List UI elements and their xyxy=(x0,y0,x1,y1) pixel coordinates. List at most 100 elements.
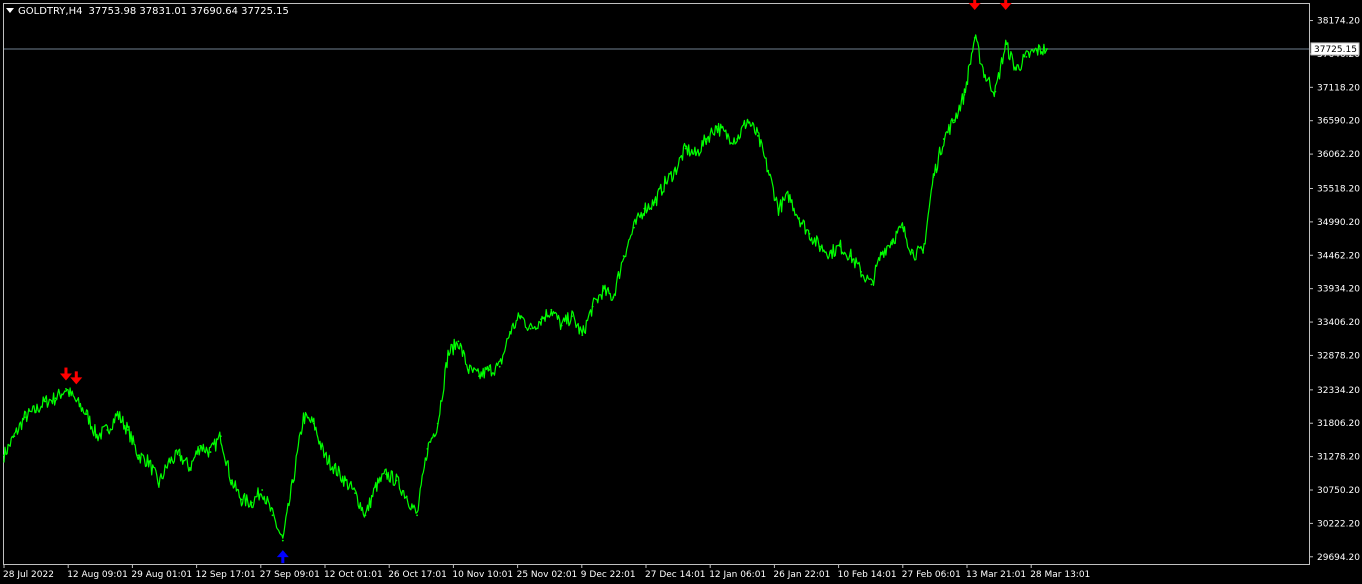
x-tick-label: 12 Sep 17:01 xyxy=(196,570,256,580)
y-tick-label: 31278.20 xyxy=(1317,453,1360,463)
price-point xyxy=(612,296,615,299)
x-tick-label: 25 Nov 02:01 xyxy=(517,570,578,580)
price-point xyxy=(230,479,233,482)
y-tick-label: 29694.20 xyxy=(1317,553,1360,563)
price-point xyxy=(34,410,36,412)
price-point xyxy=(467,368,470,371)
price-point xyxy=(984,74,986,77)
price-point xyxy=(65,387,67,390)
price-point xyxy=(75,400,78,403)
price-point xyxy=(777,207,780,210)
price-point xyxy=(436,422,439,425)
price-point xyxy=(1046,48,1048,50)
price-point xyxy=(488,368,491,371)
price-point xyxy=(250,501,253,504)
price-point xyxy=(178,454,181,457)
price-point xyxy=(560,324,563,327)
price-point xyxy=(953,119,955,121)
price-point xyxy=(395,479,398,482)
x-tick-label: 10 Feb 14:01 xyxy=(838,570,897,580)
price-point xyxy=(746,119,749,121)
price-point xyxy=(818,245,821,248)
price-point xyxy=(240,498,243,501)
price-point xyxy=(188,466,191,469)
y-tick-label: 38174.20 xyxy=(1317,17,1360,27)
price-point xyxy=(622,255,625,257)
price-point xyxy=(416,514,418,517)
ohlc-values: 37753.98 37831.01 37690.64 37725.15 xyxy=(88,6,288,17)
price-point xyxy=(1035,49,1038,52)
price-point xyxy=(911,251,914,254)
price-point xyxy=(963,93,966,96)
price-point xyxy=(343,479,346,482)
price-point xyxy=(860,270,863,273)
price-point xyxy=(509,331,511,333)
price-point xyxy=(312,422,315,425)
y-tick-label: 37118.20 xyxy=(1317,83,1360,93)
price-point xyxy=(13,435,16,438)
price-point xyxy=(323,454,326,457)
price-point xyxy=(684,147,687,150)
price-point xyxy=(674,169,677,172)
price-point xyxy=(96,435,98,438)
price-point xyxy=(756,134,759,137)
current-price-tag: 37725.15 xyxy=(1310,42,1360,56)
price-point xyxy=(147,460,150,463)
price-point xyxy=(281,539,284,542)
y-tick-label: 32334.20 xyxy=(1317,386,1360,396)
price-point xyxy=(633,226,635,229)
y-tick-label: 35518.20 xyxy=(1317,184,1360,194)
x-tick-label: 28 Mar 13:01 xyxy=(1030,570,1090,580)
price-point xyxy=(798,217,801,220)
x-tick-label: 10 Nov 10:01 xyxy=(452,570,513,580)
y-tick-label: 33406.20 xyxy=(1317,318,1360,328)
price-point xyxy=(292,479,295,482)
price-point xyxy=(199,444,202,447)
y-tick-label: 30750.20 xyxy=(1317,486,1360,496)
y-tick-label: 34990.20 xyxy=(1317,218,1360,228)
current-price-label: 37725.15 xyxy=(1314,45,1357,55)
price-point xyxy=(994,90,997,93)
x-tick-label: 9 Dec 22:01 xyxy=(581,570,636,580)
price-point xyxy=(168,460,171,463)
chart-canvas[interactable]: 38174.2037646.2037118.2036590.2036062.20… xyxy=(0,0,1362,584)
price-point xyxy=(1025,55,1028,58)
price-point xyxy=(106,429,109,431)
price-point xyxy=(44,400,47,403)
y-tick-label: 30222.20 xyxy=(1317,519,1360,529)
price-point xyxy=(839,245,842,248)
price-point xyxy=(602,289,604,292)
price-point xyxy=(85,413,88,416)
price-point xyxy=(137,454,140,457)
x-tick-label: 12 Jan 06:01 xyxy=(709,570,766,580)
price-point xyxy=(694,153,697,156)
price-point xyxy=(540,318,542,321)
price-point xyxy=(581,334,584,336)
price-point xyxy=(829,251,832,254)
x-tick-label: 26 Oct 17:01 xyxy=(388,570,447,580)
price-point xyxy=(653,201,656,204)
price-point xyxy=(571,315,573,318)
price-point xyxy=(529,327,532,330)
price-point xyxy=(891,239,893,242)
price-point xyxy=(767,169,770,172)
price-point xyxy=(3,454,5,457)
price-point xyxy=(932,176,935,178)
y-tick-label: 31806.20 xyxy=(1317,419,1360,429)
price-point xyxy=(870,283,873,286)
price-point xyxy=(849,255,852,257)
price-point xyxy=(901,226,904,229)
price-point xyxy=(643,207,646,210)
price-point xyxy=(302,416,305,419)
y-tick-label: 36590.20 xyxy=(1317,117,1360,127)
y-tick-label: 36062.20 xyxy=(1317,150,1360,160)
price-point xyxy=(787,195,790,197)
price-point xyxy=(405,495,408,498)
price-point xyxy=(54,397,57,400)
price-point xyxy=(880,251,883,254)
price-point xyxy=(374,485,377,488)
y-tick-label: 32878.20 xyxy=(1317,351,1360,361)
price-point xyxy=(209,451,212,453)
price-point xyxy=(736,138,739,140)
x-tick-label: 12 Oct 01:01 xyxy=(324,570,383,580)
